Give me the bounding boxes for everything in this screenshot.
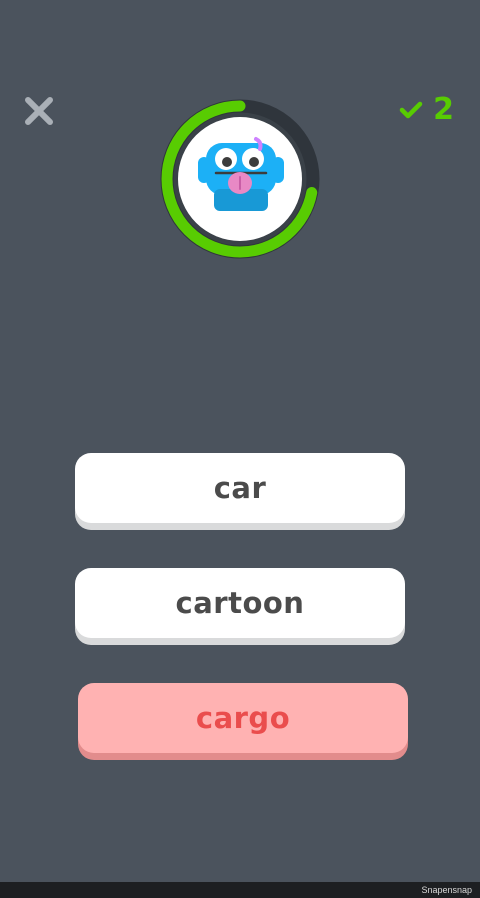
- checkmark-icon: [399, 101, 423, 119]
- bottom-bar: Snapensnap: [0, 882, 480, 898]
- timer-ring: [154, 93, 326, 265]
- answer-choice-label: car: [213, 471, 267, 505]
- answer-choice-car[interactable]: car: [75, 453, 405, 523]
- close-icon: [25, 97, 53, 125]
- answer-choice-cartoon[interactable]: cartoon: [75, 568, 405, 638]
- score-counter: 2: [399, 92, 454, 128]
- close-button[interactable]: [22, 94, 56, 128]
- answer-choice-label: cartoon: [175, 586, 305, 620]
- answer-choice-label: cargo: [195, 701, 291, 735]
- answer-choice-cargo[interactable]: cargo: [78, 683, 408, 753]
- score-value: 2: [433, 92, 454, 127]
- watermark: Snapensnap: [421, 885, 472, 895]
